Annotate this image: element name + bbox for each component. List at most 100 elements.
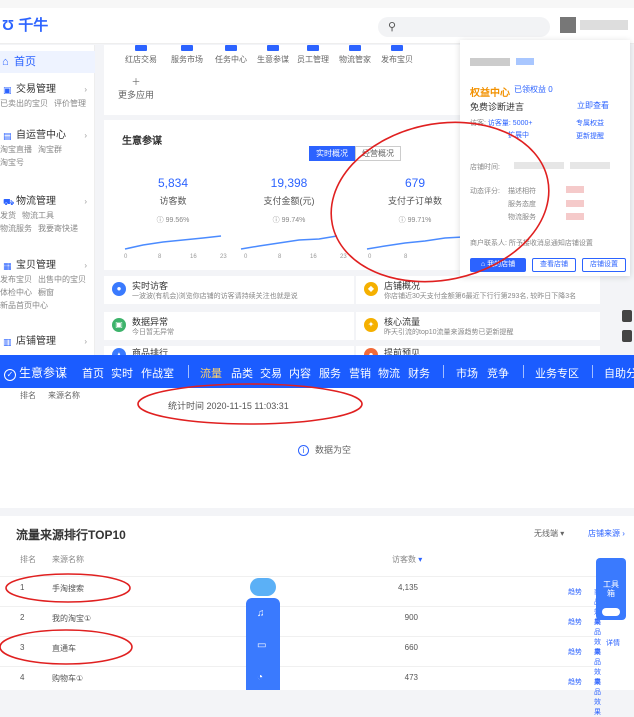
row-visitors: 900 [404,613,418,622]
claimed-rights-link[interactable]: 已领权益 0 [514,84,553,95]
sidebar-link[interactable]: 评价管理 [54,97,86,110]
empty-text: 数据为空 [315,445,352,455]
nav-item-traffic[interactable]: 流量 [200,365,222,381]
sidebar-link[interactable]: 出售中的宝贝 [38,273,86,286]
shop-settings-button[interactable]: 店铺设置 [582,258,626,272]
sidebar-section-title[interactable]: ▥ 店铺管理 › [0,335,95,349]
sidebar-section-title[interactable]: ▦ 宝贝管理 › [0,259,95,273]
tile-core-traffic[interactable]: ✦ 核心流量 昨天引流的top10流量来源趋势已更新提醒 [356,312,600,340]
browser-bookmark-strip [0,0,634,8]
sidebar-section-title[interactable]: ▣ 交易管理 › [0,83,95,97]
sidebar-link[interactable]: 物流服务 [0,222,32,235]
consult-now-link[interactable]: 立即查看 [577,100,609,111]
clock-icon[interactable]: ◔ [257,672,263,683]
tab-realtime[interactable]: 实时概况 [309,146,355,161]
row-goods-effect-link[interactable]: 商品效果 [594,677,601,717]
detail-link[interactable]: 详情 [606,638,620,648]
table-row[interactable]: 2 我的淘宝① 900 趋势 商品效果 [0,606,601,656]
user-name-blurred [580,20,628,30]
table-row[interactable]: 3 直通车 660 趋势 商品效果 [0,636,601,686]
nav-item-finance[interactable]: 财务 [408,365,430,381]
tile-realtime-visitors[interactable]: ● 实时访客 一波波(有机会)浏览你店铺的访客请持续关注也就是说 [104,276,354,304]
metric-pct: ⓘ 99.74% [234,215,344,225]
nav-item-business-zone[interactable]: 业务专区 [535,365,579,381]
more-apps-button[interactable]: ＋ 更多应用 [118,75,154,101]
growth-link[interactable]: 扩展中 [508,130,529,140]
sidebar-item-home[interactable]: ⌂ 首页 [0,51,95,73]
table-row[interactable]: 1 手淘搜索 4,135 趋势 商品效果 [0,576,601,626]
side-tool-icon[interactable] [622,330,632,342]
sidebar-link[interactable]: 发布宝贝 [0,273,32,286]
row-trend-link[interactable]: 趋势 [568,587,582,597]
view-shop-button[interactable]: 查看店铺 [532,258,576,272]
bell-icon[interactable]: ♫ [257,608,265,619]
nav-item-market[interactable]: 市场 [456,365,478,381]
avatar[interactable] [560,17,576,33]
nav-item-self-analysis[interactable]: 自助分析 [604,365,634,381]
tool-item[interactable]: 发布宝贝 [374,45,420,65]
cloud-mascot-icon[interactable] [250,578,276,596]
row-trend-link[interactable]: 趋势 [568,617,582,627]
metric-value: 679 [404,176,426,190]
tool-item[interactable]: 物流管家 [332,45,378,65]
nav-logo[interactable]: ✓ 生意参谋 [4,364,67,381]
search-input[interactable]: ⚲ [378,17,550,37]
rights-center-title[interactable]: 权益中心 [470,84,510,99]
toolbox-widget[interactable]: 工具箱 [596,558,626,620]
table-row[interactable]: 4 购物车① 473 趋势 商品效果 [0,666,601,716]
nav-item-category[interactable]: 品类 [231,365,253,381]
nav-item-trade[interactable]: 交易 [260,365,282,381]
nav-item-realtime[interactable]: 实时 [111,365,133,381]
my-shop-button[interactable]: ⌂ 我的店铺 [470,258,526,272]
row-trend-link[interactable]: 趋势 [568,647,582,657]
metric-payment[interactable]: 19,398 支付金额(元) ⓘ 99.74% [234,176,344,251]
sidebar-section-title[interactable]: ▤ 自运营中心 › [0,129,95,143]
metric-visitors[interactable]: 5,834 访客数 ⓘ 99.56% [118,176,228,251]
free-consult-label: 免费诊断进言 [470,102,525,112]
sidebar-section-shop: ▥ 店铺管理 › [0,335,95,349]
nav-item-service[interactable]: 服务 [319,365,341,381]
sidebar-link[interactable]: 体检中心 [0,286,32,299]
nav-item-logistics[interactable]: 物流 [378,365,400,381]
nav-item-marketing[interactable]: 营销 [349,365,371,381]
nav-item-warroom[interactable]: 作战室 [141,365,174,381]
tile-data-anomaly[interactable]: ▣ 数据异常 今日暂无异常 [104,312,354,340]
sidebar-link[interactable]: 发货 [0,209,16,222]
tab-ops[interactable]: 经营概况 [355,146,401,161]
tile-goods-rank[interactable]: ▲ 商品排行 [104,346,354,355]
sidebar-section-title[interactable]: ⛟ 物流管理 › [0,195,95,209]
tool-item[interactable]: 员工管理 [290,45,336,65]
tile-shop-overview[interactable]: ◆ 店铺概况 你店铺近30天支付金额第6最近下行行第293名, 较昨日下降3名 [356,276,600,304]
row-visitors: 660 [404,643,418,652]
info-icon: i [298,445,309,456]
exclusive-rights-link[interactable]: 专属权益 [576,118,604,128]
metric-orders[interactable]: 679 支付子订单数 ⓘ 99.71% [360,176,470,251]
tile-forecast[interactable]: ● 提前预见 [356,346,600,355]
side-tool-icon[interactable] [622,310,632,322]
update-reminder-link[interactable]: 更新提醒 [576,131,604,141]
tool-label: 红店交易 [125,55,157,64]
nav-item-competition[interactable]: 竞争 [487,365,509,381]
sidebar-link[interactable]: 物流工具 [22,209,54,222]
sidebar-link[interactable]: 我要寄快递 [38,222,78,235]
col-visitors[interactable]: 访客数 ▾ [392,554,422,565]
device-select[interactable]: 无线端 ▾ [534,528,564,539]
sidebar-link[interactable]: 淘宝号 [0,156,24,169]
row-trend-link[interactable]: 趋势 [568,677,582,687]
tool-item[interactable]: 红店交易 [118,45,164,65]
axis-tick: 8 [158,254,162,260]
tool-item[interactable]: 服务市场 [164,45,210,65]
qianniu-logo[interactable]: Ʊ 千牛 [2,14,48,35]
sidebar-link[interactable]: 新品首页中心 [0,299,48,312]
chat-icon[interactable]: ▭ [257,640,266,651]
toolbox-toggle[interactable] [602,608,620,616]
check-circle-icon: ⓘ [398,217,406,224]
shop-source-link[interactable]: 店铺来源 › [588,528,625,539]
tool-item[interactable]: 任务中心 [208,45,254,65]
nav-item-content[interactable]: 内容 [289,365,311,381]
sidebar-link[interactable]: 淘宝直播 [0,143,32,156]
sidebar-link[interactable]: 已卖出的宝贝 [0,97,48,110]
sidebar-link[interactable]: 橱窗 [38,286,54,299]
sidebar-link[interactable]: 淘宝群 [38,143,62,156]
nav-item-home[interactable]: 首页 [82,365,104,381]
